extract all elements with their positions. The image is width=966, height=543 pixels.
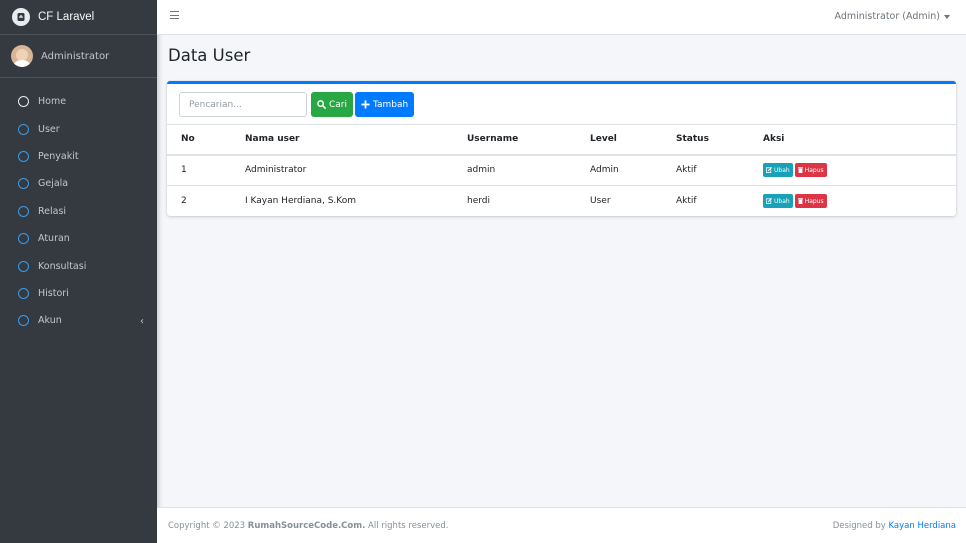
cell-nama: Administrator (229, 154, 467, 186)
table-row: 2 I Kayan Herdiana, S.Kom herdi User Akt… (167, 185, 956, 217)
column-header-aksi: Aksi (763, 124, 956, 156)
cell-level: User (590, 185, 676, 217)
circle-icon (18, 233, 29, 245)
toolbar: Cari Tambah (179, 92, 415, 117)
circle-icon (18, 287, 29, 299)
user-panel[interactable]: Administrator (0, 35, 157, 78)
add-button-label: Tambah (373, 99, 409, 110)
search-input[interactable] (179, 92, 307, 117)
user-menu-label: Administrator (Admin) (834, 11, 940, 22)
sidebar-item-konsultasi[interactable]: Konsultasi (0, 252, 157, 279)
copyright-suffix: All rights reserved. (365, 520, 449, 531)
edit-button-label: Ubah (774, 166, 790, 174)
sidebar-item-label: Akun (38, 315, 62, 327)
sidebar-item-label: Gejala (38, 178, 69, 190)
cell-aksi: Ubah Hapus (763, 154, 956, 186)
designed-prefix: Designed by (832, 520, 889, 531)
cell-no: 2 (167, 185, 229, 217)
edit-button-label: Ubah (774, 197, 790, 205)
circle-icon (18, 260, 29, 272)
user-table: No Nama user Username Level Status Aksi … (167, 124, 956, 217)
hamburger-icon[interactable] (170, 11, 179, 20)
sidebar-item-label: Relasi (38, 205, 67, 217)
avatar (11, 45, 33, 67)
circle-icon (18, 205, 29, 217)
brand-link[interactable]: CF Laravel (0, 0, 157, 35)
edit-icon (766, 167, 772, 174)
author-link[interactable]: Kayan Herdiana (889, 521, 957, 531)
cell-username: herdi (467, 185, 590, 217)
circle-icon (18, 178, 29, 190)
delete-button[interactable]: Hapus (794, 194, 827, 209)
sidebar-item-label: Aturan (38, 233, 70, 245)
caret-down-icon (944, 14, 950, 19)
cell-no: 1 (167, 154, 229, 186)
column-header-level: Level (590, 124, 676, 156)
sidebar-nav: Home User Penyakit Gejala Relasi Aturan … (0, 78, 157, 335)
top-navbar: Administrator (Admin) (157, 0, 966, 35)
sidebar-item-gejala[interactable]: Gejala (0, 170, 157, 197)
sidebar-item-aturan[interactable]: Aturan (0, 225, 157, 252)
cell-username: admin (467, 154, 590, 186)
edit-button[interactable]: Ubah (763, 163, 793, 178)
cell-level: Admin (590, 154, 676, 186)
cell-aksi: Ubah Hapus (763, 185, 956, 217)
sidebar-item-akun[interactable]: Akun ‹ (0, 307, 157, 334)
sidebar-item-user[interactable]: User (0, 115, 157, 142)
table-row: 1 Administrator admin Admin Aktif Ubah Ha… (167, 154, 956, 186)
sidebar: CF Laravel Administrator Home User Penya… (0, 0, 157, 543)
sidebar-item-home[interactable]: Home (0, 88, 157, 115)
cell-nama: I Kayan Herdiana, S.Kom (229, 185, 467, 217)
edit-button[interactable]: Ubah (763, 194, 793, 209)
sidebar-item-label: User (38, 123, 60, 135)
footer-copyright: Copyright © 2023 RumahSourceCode.Com. Al… (168, 521, 448, 531)
footer: Copyright © 2023 RumahSourceCode.Com. Al… (157, 507, 966, 543)
delete-button-label: Hapus (804, 197, 824, 205)
sidebar-item-label: Penyakit (38, 150, 79, 162)
add-button[interactable]: Tambah (355, 92, 415, 117)
search-button-label: Cari (329, 99, 347, 110)
footer-credits: Designed by Kayan Herdiana (833, 521, 956, 531)
circle-icon (18, 96, 29, 108)
column-header-nama: Nama user (229, 124, 467, 156)
circle-icon (18, 315, 29, 327)
copyright-prefix: Copyright © 2023 (168, 520, 248, 531)
delete-button[interactable]: Hapus (794, 163, 827, 178)
chevron-left-icon: ‹ (140, 316, 144, 328)
circle-icon (18, 123, 29, 135)
search-icon (317, 100, 326, 109)
sidebar-item-label: Home (38, 96, 67, 108)
user-card: Cari Tambah No Nama user Username Level … (167, 81, 956, 217)
column-header-username: Username (467, 124, 590, 156)
brand-logo-icon (12, 8, 30, 26)
trash-icon (797, 167, 803, 174)
cell-status: Aktif (676, 154, 763, 186)
copyright-site: RumahSourceCode.Com. (247, 520, 366, 531)
column-header-no: No (167, 124, 229, 156)
sidebar-item-penyakit[interactable]: Penyakit (0, 143, 157, 170)
plus-icon (361, 100, 370, 109)
user-menu-dropdown[interactable]: Administrator (Admin) (835, 11, 950, 22)
sidebar-item-label: Konsultasi (38, 260, 87, 272)
cell-status: Aktif (676, 185, 763, 217)
sidebar-item-label: Histori (38, 287, 69, 299)
brand-name: CF Laravel (38, 11, 95, 23)
sidebar-item-histori[interactable]: Histori (0, 280, 157, 307)
circle-icon (18, 150, 29, 162)
table-header-row: No Nama user Username Level Status Aksi (167, 124, 956, 156)
delete-button-label: Hapus (804, 166, 824, 174)
page-title: Data User (168, 46, 251, 65)
search-button[interactable]: Cari (311, 92, 353, 117)
edit-icon (766, 198, 772, 205)
column-header-status: Status (676, 124, 763, 156)
trash-icon (797, 198, 803, 205)
sidebar-item-relasi[interactable]: Relasi (0, 198, 157, 225)
user-panel-name: Administrator (41, 50, 110, 62)
